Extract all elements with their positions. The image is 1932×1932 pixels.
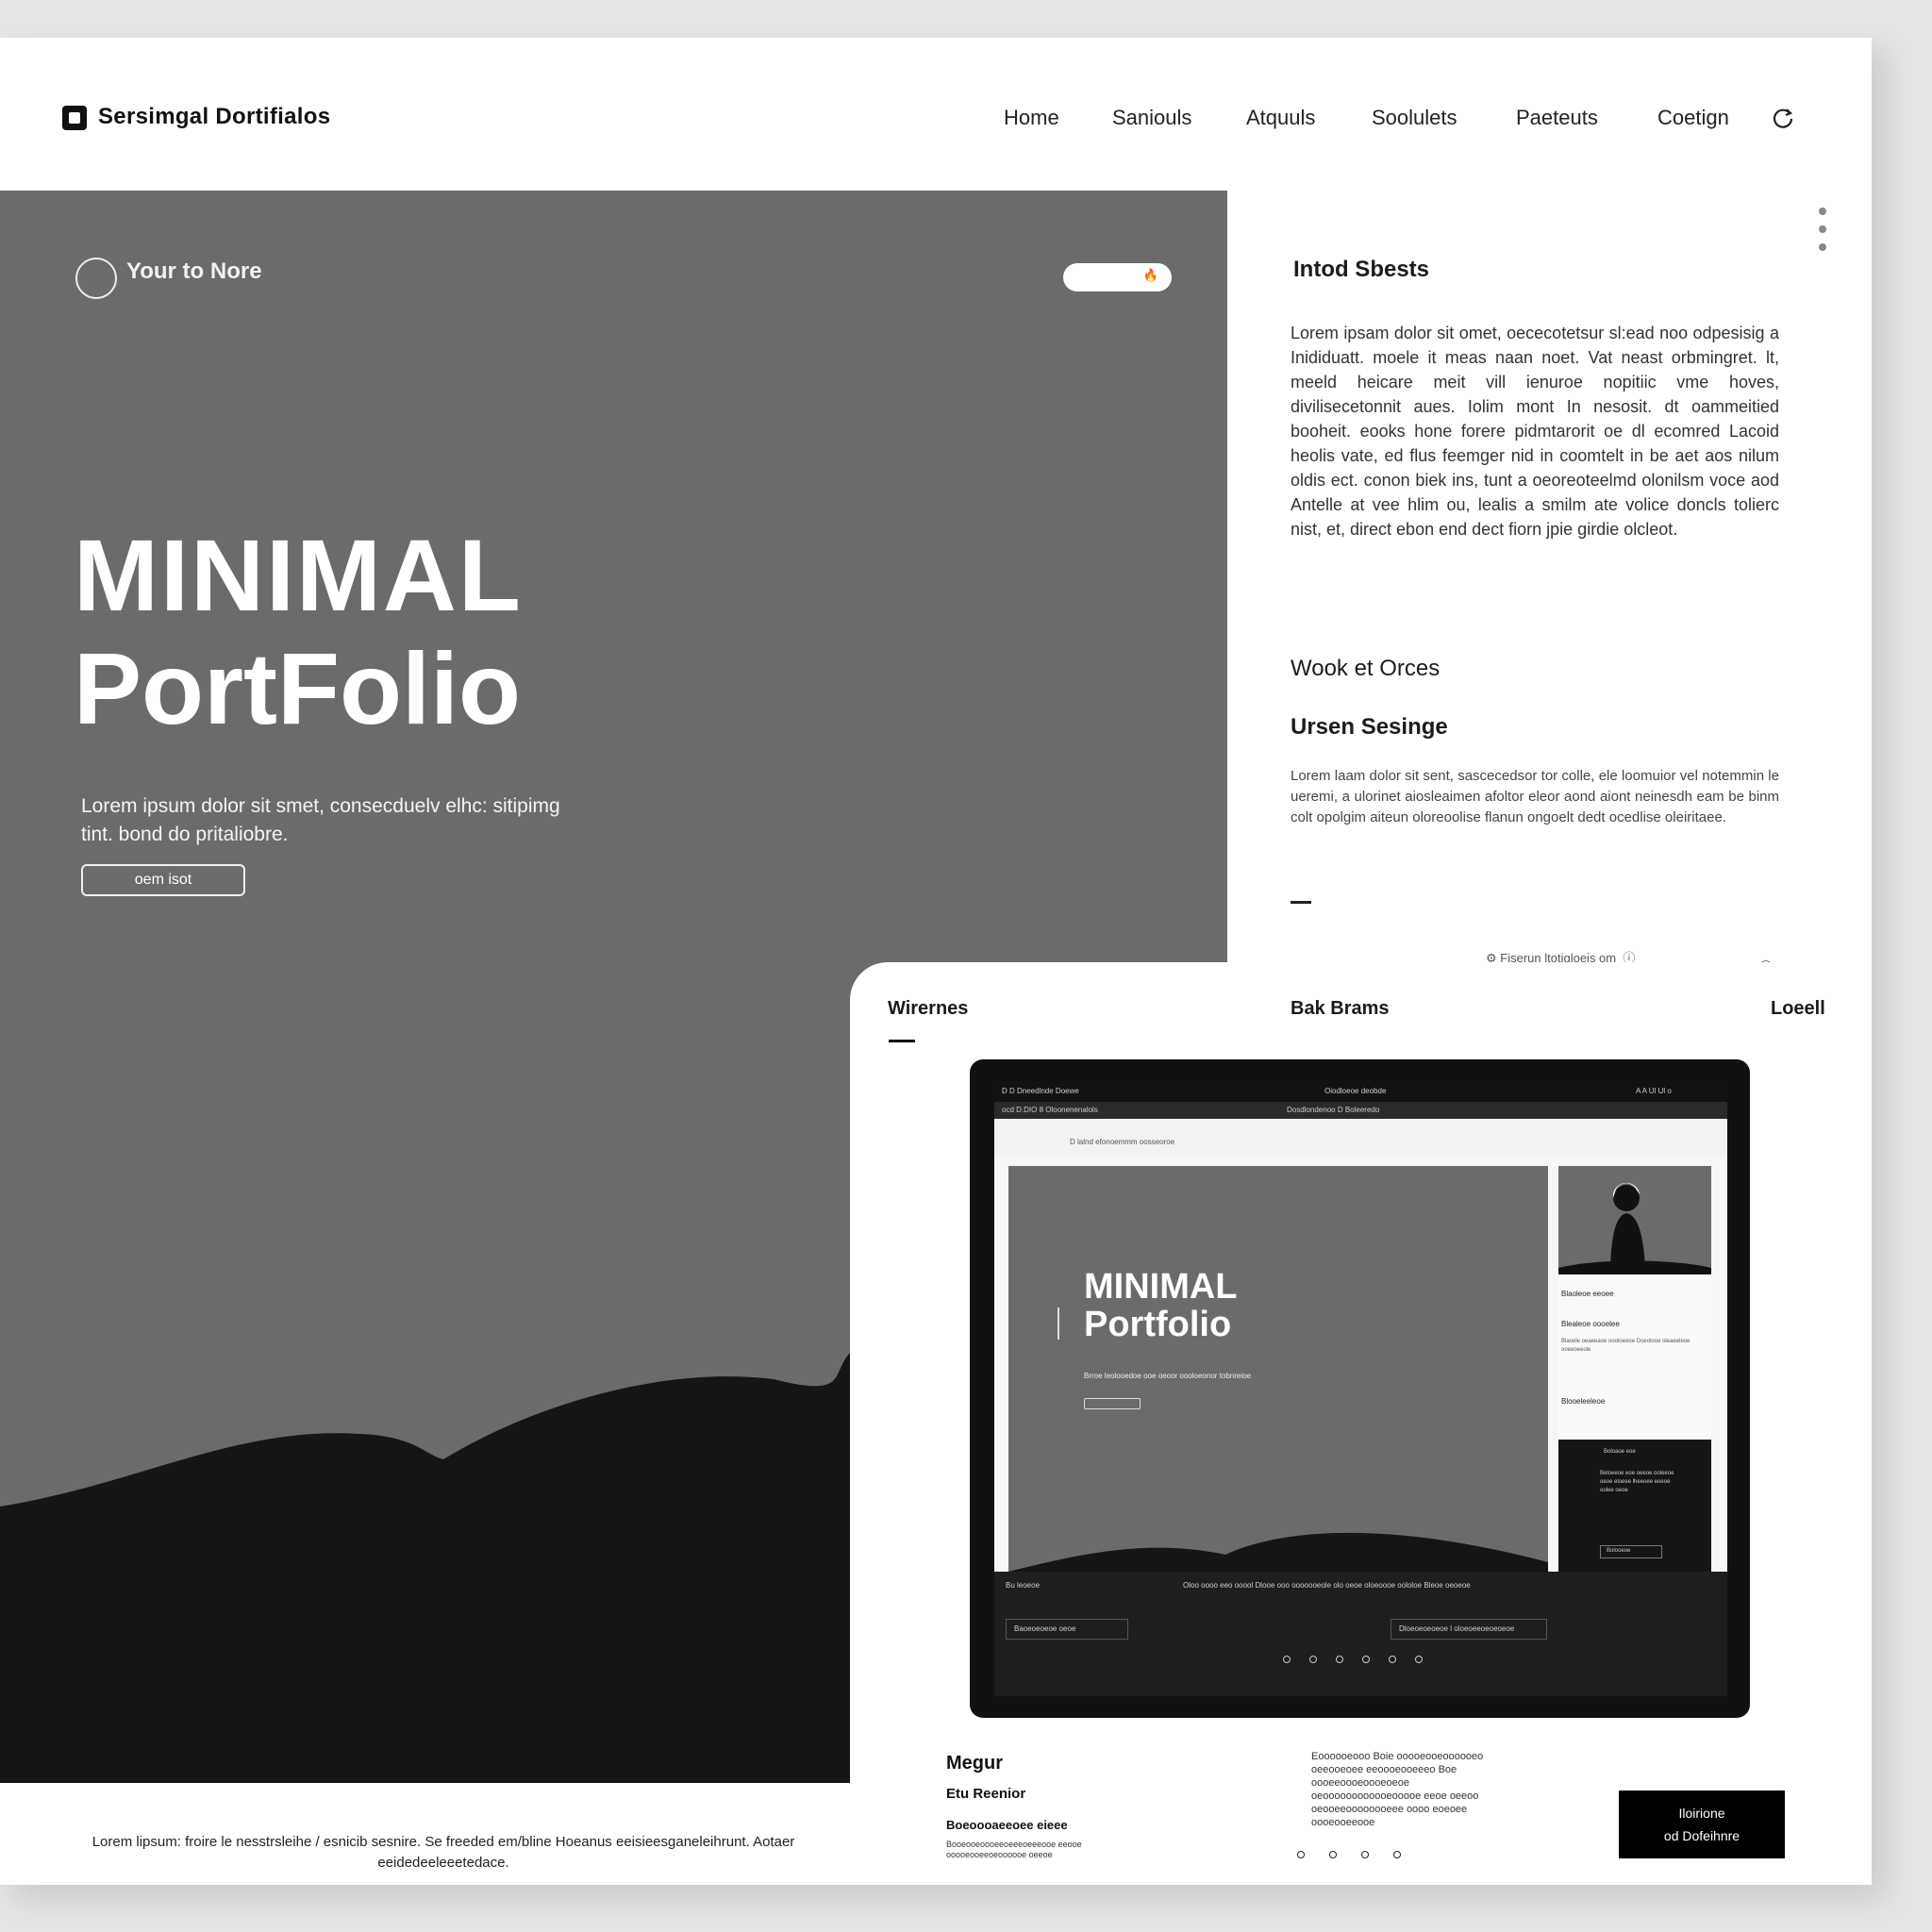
mock-topbar: D D Dneedlnde Doewe Oiodloeoe deobde A A… bbox=[994, 1081, 1727, 1102]
card-tab-underline bbox=[889, 1040, 915, 1042]
mock-browser-right: Dosdlondenoo D Boleeredo bbox=[1287, 1106, 1380, 1114]
footer-pagination-dots[interactable] bbox=[1297, 1846, 1425, 1863]
circle-icon[interactable] bbox=[75, 258, 117, 299]
mock-tabs: D lalnd efonoemmm oosseoroe bbox=[994, 1119, 1727, 1157]
footer-left-text: Lorem lipsum: froire le nesstrsleihe / e… bbox=[92, 1834, 795, 1871]
nav-item-3[interactable]: Atquuls bbox=[1246, 106, 1315, 130]
nav-item-4[interactable]: Soolulets bbox=[1372, 106, 1457, 130]
divider-dash bbox=[1291, 901, 1311, 904]
footer-paragraph: Eoooooeooo Boie ooooeooeoooooeo oeeooeoe… bbox=[1311, 1751, 1484, 1828]
flame-icon: 🔥 bbox=[1142, 268, 1158, 282]
intro-title: Intod Sbests bbox=[1293, 257, 1430, 282]
mock-hero: MINIMAL Portfolio Brroe leolooedoe ooe oe… bbox=[1008, 1166, 1548, 1576]
monitor-screen: D D Dneedlnde Doewe Oiodloeoe deobde A A… bbox=[994, 1081, 1727, 1696]
refresh-icon[interactable] bbox=[1771, 106, 1795, 130]
mock-black-button: Bolooeoe bbox=[1600, 1545, 1662, 1558]
footer-heading-2: Etu Reenior bbox=[946, 1786, 1026, 1802]
work-title: Wook et Orces bbox=[1291, 656, 1441, 681]
nav-item-5[interactable]: Paeteuts bbox=[1516, 106, 1598, 130]
hero-button[interactable]: oem isot bbox=[81, 864, 245, 896]
mock-side-label1: Blaoleoe eeoee bbox=[1561, 1290, 1614, 1298]
mock-black-title: Boloaoe eoe bbox=[1604, 1449, 1636, 1455]
mock-side-text: Blaoele oeaeeaoe oooloeeoe Doeolooe olea… bbox=[1561, 1339, 1690, 1353]
mock-footer-box-left: Baoeoeoeoe oeoe bbox=[1006, 1619, 1128, 1640]
nav-home[interactable]: Home bbox=[1004, 106, 1059, 130]
mock-black-text: Beloeeoe eoe oeeoe ooleeoe oeoe eloeee l… bbox=[1600, 1471, 1674, 1493]
logo-icon[interactable] bbox=[62, 106, 87, 130]
person-silhouette-icon bbox=[1558, 1182, 1711, 1274]
mock-sidebar: Blaoleoe eeoee Blealeoe oooelee Blaoele … bbox=[1558, 1166, 1711, 1576]
footer-cta-line1: Iloirione bbox=[1678, 1806, 1725, 1821]
mock-black-card: Boloaoe eoe Beloeeoe eoe oeeoe ooleeoe o… bbox=[1558, 1440, 1711, 1576]
hero-toggle-pill[interactable]: 🔥 bbox=[1063, 263, 1172, 291]
mock-tab-label: D lalnd efonoemmm oosseoroe bbox=[1070, 1138, 1175, 1146]
mock-topbar-center: Oiodloeoe deobde bbox=[1324, 1087, 1387, 1095]
mock-portrait-photo bbox=[1558, 1166, 1711, 1274]
footer-heading-3: Boeoooaeeoee eieee bbox=[946, 1818, 1068, 1832]
card-tab-1[interactable]: Wirernes bbox=[888, 998, 968, 1020]
hero-small-label: Your to Nore bbox=[126, 258, 262, 284]
more-vertical-icon[interactable] bbox=[1819, 208, 1826, 261]
mock-topbar-left: D D Dneedlnde Doewe bbox=[1002, 1087, 1079, 1095]
card-tab-3[interactable]: Loeell bbox=[1771, 998, 1825, 1020]
mock-footer: Bu leoeoe Oloo oooo eeo ooool Dlooe ooo … bbox=[994, 1572, 1727, 1696]
mock-footer-left: Bu leoeoe bbox=[1006, 1581, 1041, 1590]
work-subtitle: Ursen Sesinge bbox=[1291, 714, 1448, 740]
mock-browserbar: ocd D.DIO 8 Oloonenenalols Dosdlondenoo … bbox=[994, 1102, 1727, 1119]
mock-footer-links: Oloo oooo eeo ooool Dlooe ooo ooooooeole… bbox=[1183, 1581, 1471, 1590]
footer-small-text: Booeooeoooeeoeeeoeeeooe eeooe ooooeooeeo… bbox=[946, 1840, 1082, 1859]
hero-subtitle: Lorem ipsum dolor sit smet, consecduelv … bbox=[81, 795, 560, 845]
mock-browser-left: ocd D.DIO 8 Oloonenenalols bbox=[1002, 1106, 1098, 1114]
hero-title-line1: MINIMAL bbox=[74, 518, 523, 632]
mock-footer-box-right: Dloeoeoeoeoe l oloeoeeoeoeoeoe bbox=[1391, 1619, 1547, 1640]
footer-heading-1: Megur bbox=[946, 1753, 1003, 1774]
mock-side-label2: Blealeoe oooelee bbox=[1561, 1320, 1620, 1328]
brand-name[interactable]: Sersimgal Dortifialos bbox=[98, 104, 330, 130]
mock-hill bbox=[1008, 1532, 1548, 1576]
footer-cta-line2: od Dofeihnre bbox=[1663, 1828, 1740, 1843]
mock-pagination-dots bbox=[1283, 1651, 1441, 1668]
footer-cta-button[interactable]: Iloirione od Dofeihnre bbox=[1619, 1790, 1785, 1858]
work-paragraph: Lorem laam dolor sit sent, sascecedsor t… bbox=[1291, 768, 1779, 825]
card-tab-2[interactable]: Bak Brams bbox=[1291, 998, 1390, 1020]
mock-side-label3: Blooeleeleoe bbox=[1561, 1397, 1606, 1406]
nav-item-2[interactable]: Saniouls bbox=[1112, 106, 1191, 130]
hero-title-line2: PortFolio bbox=[74, 631, 521, 745]
intro-paragraph: Lorem ipsam dolor sit omet, oececotetsur… bbox=[1291, 324, 1779, 539]
mock-topbar-right: A A Ul Ul o bbox=[1636, 1087, 1672, 1095]
nav-item-6[interactable]: Coetign bbox=[1657, 106, 1729, 130]
